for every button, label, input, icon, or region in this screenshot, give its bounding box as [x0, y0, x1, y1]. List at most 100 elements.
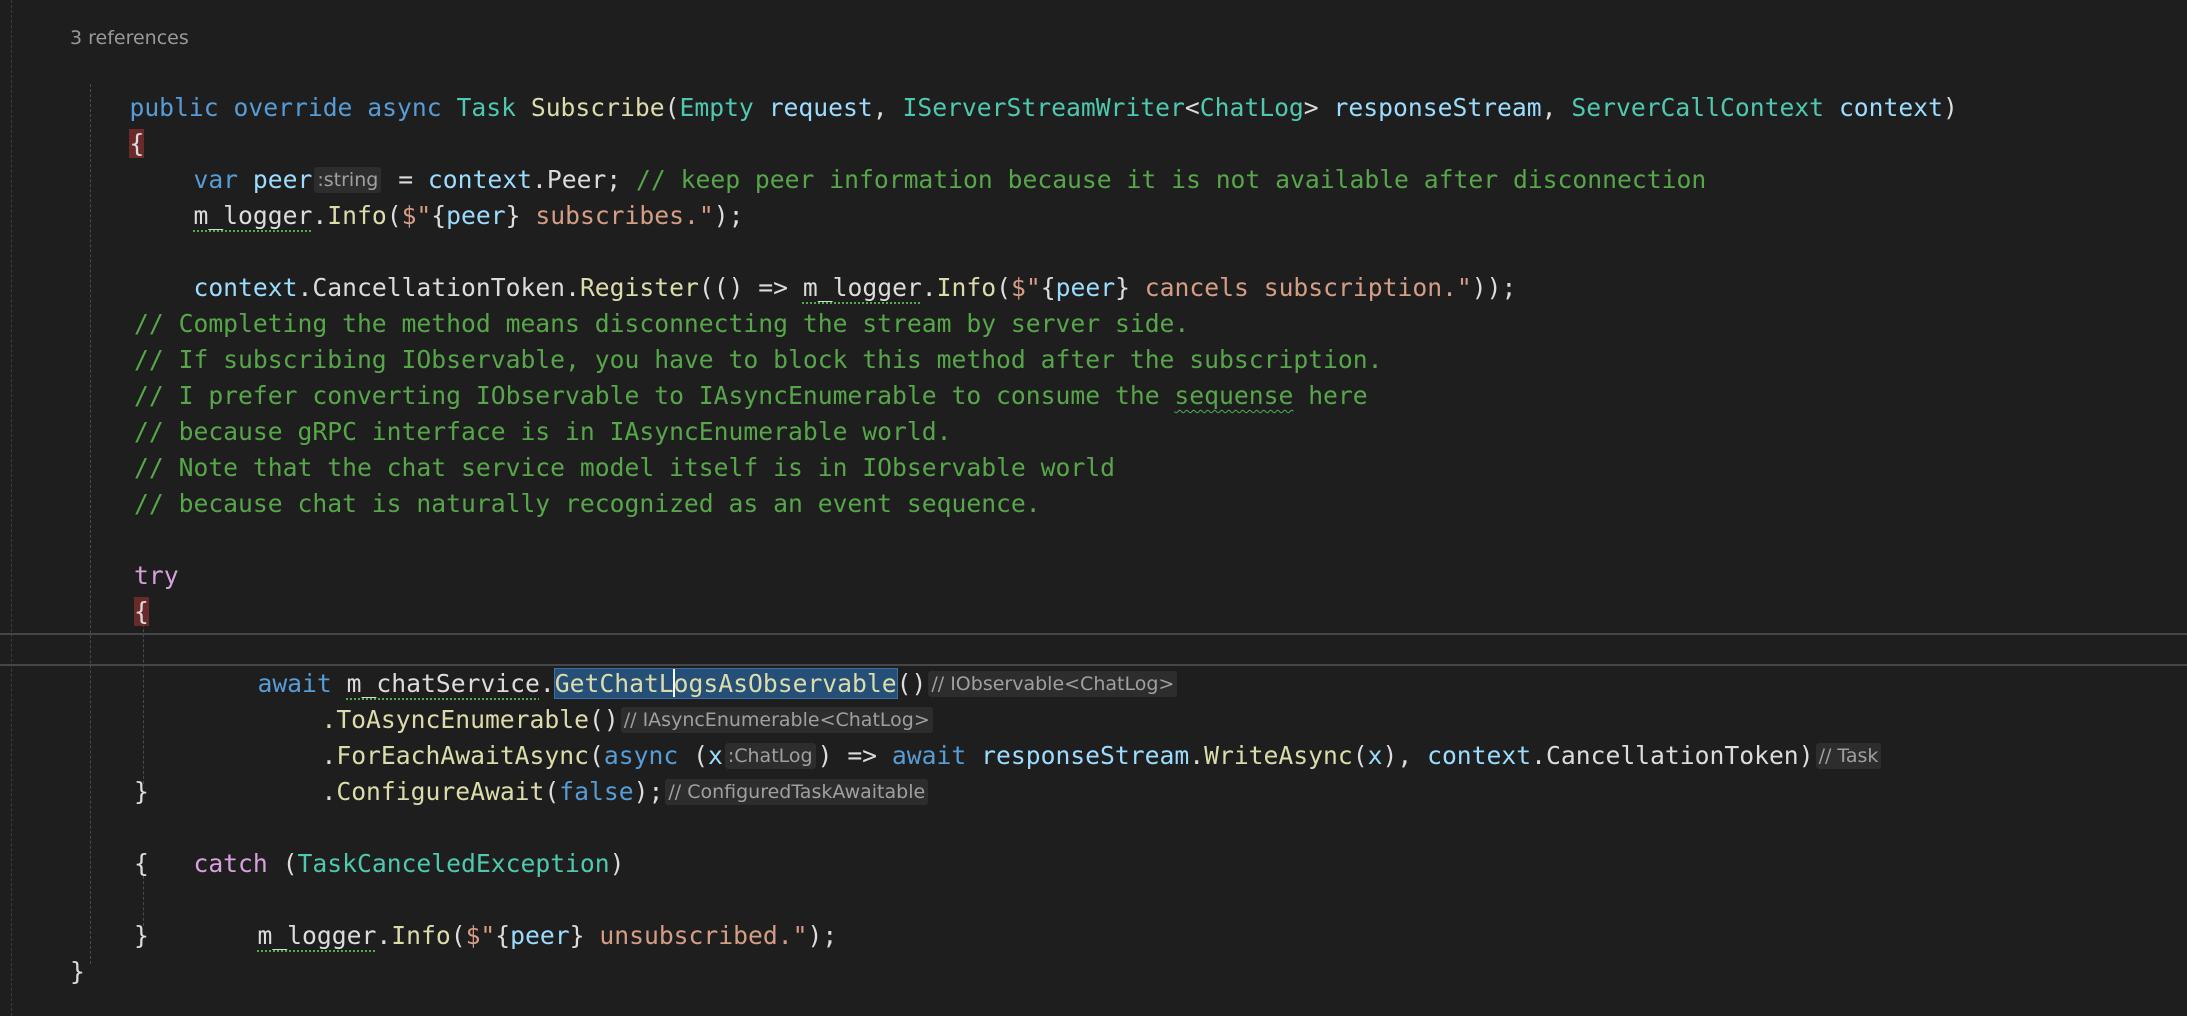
- comment: here: [1293, 381, 1368, 410]
- parameter: request: [768, 93, 873, 122]
- type-name: ChatLog: [1199, 93, 1304, 122]
- code-line-catch[interactable]: catch (TaskCanceledException): [134, 810, 624, 878]
- method-name: Register: [579, 273, 699, 302]
- inline-return-hint: // Task: [1815, 743, 1882, 769]
- code-line-configure[interactable]: .ConfigureAwait(false);// ConfiguredTask…: [262, 738, 930, 806]
- punct: .: [321, 777, 337, 806]
- punct: {: [431, 201, 447, 230]
- property: CancellationToken: [1546, 741, 1799, 770]
- comment-line[interactable]: // Completing the method means disconnec…: [134, 306, 1189, 342]
- punct: (: [450, 921, 466, 950]
- punct: (: [1352, 741, 1368, 770]
- punct: (: [544, 777, 560, 806]
- matched-brace: {: [134, 597, 149, 626]
- punct: ),: [1382, 741, 1428, 770]
- method-name: Info: [391, 921, 451, 950]
- punct: .: [376, 921, 392, 950]
- punct: }: [569, 921, 585, 950]
- punct: (: [386, 201, 402, 230]
- punct: .: [565, 273, 580, 302]
- code-line-signature[interactable]: public override async Task Subscribe(Emp…: [70, 54, 1957, 122]
- comment-line[interactable]: // because gRPC interface is in IAsyncEn…: [134, 414, 951, 450]
- parameter: context: [1838, 93, 1943, 122]
- code-line-log-subscribe[interactable]: m_logger.Info($"{peer} subscribes.");: [134, 162, 743, 230]
- punct: ): [609, 849, 625, 878]
- punct: (: [267, 849, 298, 878]
- punct: ));: [1471, 273, 1517, 302]
- code-line-peer-decl[interactable]: var peer:string = context.Peer; // keep …: [134, 126, 1706, 194]
- punct: <: [1184, 93, 1200, 122]
- punct: (: [996, 273, 1011, 302]
- field-name: m_logger: [193, 201, 313, 230]
- punct: .: [1531, 741, 1546, 770]
- property: CancellationToken: [312, 273, 566, 302]
- comment-line[interactable]: // because chat is naturally recognized …: [134, 486, 1041, 522]
- code-line-open-brace[interactable]: {: [70, 90, 145, 158]
- code-line-await[interactable]: await m_chatService.GetChatLogsAsObserva…: [198, 630, 1179, 699]
- comment: // keep peer information because it is n…: [636, 165, 1707, 194]
- variable: peer: [446, 201, 506, 230]
- comment-line[interactable]: // If subscribing IObservable, you have …: [134, 342, 1383, 378]
- type-name: ServerCallContext: [1571, 93, 1825, 122]
- punct: .: [921, 273, 937, 302]
- comment-line[interactable]: // Note that the chat service model itse…: [134, 450, 1115, 486]
- punct: }: [1115, 273, 1130, 302]
- code-line-register[interactable]: context.CancellationToken.Register(() =>…: [134, 234, 1516, 302]
- string: unsubscribed.": [584, 921, 808, 950]
- keyword-try[interactable]: try: [134, 558, 179, 594]
- method-name: Info: [936, 273, 997, 302]
- code-line-method-close[interactable]: }: [70, 954, 85, 990]
- type-name: TaskCanceledException: [297, 849, 610, 878]
- type-name: Task: [456, 93, 516, 122]
- variable: peer: [510, 921, 570, 950]
- method-name: ConfigureAwait: [336, 777, 545, 806]
- punct: (: [664, 93, 680, 122]
- code-line-catch-close[interactable]: }: [134, 918, 149, 954]
- punct: {: [1040, 273, 1056, 302]
- code-line-try-close[interactable]: }: [134, 774, 149, 810]
- comment: // I prefer converting IObservable to IA…: [134, 381, 1175, 410]
- punct: ): [1798, 741, 1814, 770]
- keyword: override: [233, 93, 353, 122]
- punct: ,: [1541, 93, 1572, 122]
- punct: .: [312, 201, 328, 230]
- string: $": [1011, 273, 1041, 302]
- punct: );: [713, 201, 744, 230]
- punct: );: [633, 777, 664, 806]
- parameter: responseStream: [1333, 93, 1542, 122]
- string: $": [465, 921, 496, 950]
- parameter: x: [1367, 741, 1383, 770]
- field-name: m_logger: [257, 921, 377, 950]
- code-line-to-async[interactable]: .ToAsyncEnumerable()// IAsyncEnumerable<…: [262, 666, 935, 734]
- string: subscribes.": [520, 201, 714, 230]
- punct: );: [807, 921, 838, 950]
- keyword: false: [559, 777, 634, 806]
- margin-dashed-line: [11, 0, 12, 1016]
- code-line-try-open[interactable]: {: [134, 594, 149, 630]
- variable: context: [193, 273, 298, 302]
- type-name: Empty: [679, 93, 754, 122]
- spelling-squiggle-word: sequense: [1174, 381, 1294, 410]
- codelens-references[interactable]: 3 references: [70, 27, 189, 49]
- code-editor[interactable]: 3 references public override async Task …: [0, 0, 2187, 1016]
- method-name: WriteAsync: [1204, 741, 1353, 770]
- punct: ,: [872, 93, 903, 122]
- code-line-log-unsubscribed[interactable]: m_logger.Info($"{peer} unsubscribed.");: [198, 882, 837, 950]
- punct: >: [1303, 93, 1319, 122]
- string: $": [401, 201, 432, 230]
- parameter: responseStream: [981, 741, 1190, 770]
- method-name: Subscribe: [530, 93, 665, 122]
- indent-guide: [90, 84, 91, 964]
- inline-return-hint: // IObservable<ChatLog>: [928, 671, 1178, 697]
- keyword-catch: catch: [193, 849, 268, 878]
- code-line-foreach[interactable]: .ForEachAwaitAsync(async (x:ChatLog) => …: [262, 702, 1883, 770]
- method-name: Info: [327, 201, 387, 230]
- punct: .: [1189, 741, 1205, 770]
- field-name: m_logger: [802, 273, 922, 302]
- code-line-catch-open[interactable]: {: [134, 846, 149, 882]
- inline-return-hint: // ConfiguredTaskAwaitable: [665, 779, 929, 805]
- punct: {: [495, 921, 511, 950]
- comment-line[interactable]: // I prefer converting IObservable to IA…: [134, 378, 1368, 414]
- punct: }: [505, 201, 521, 230]
